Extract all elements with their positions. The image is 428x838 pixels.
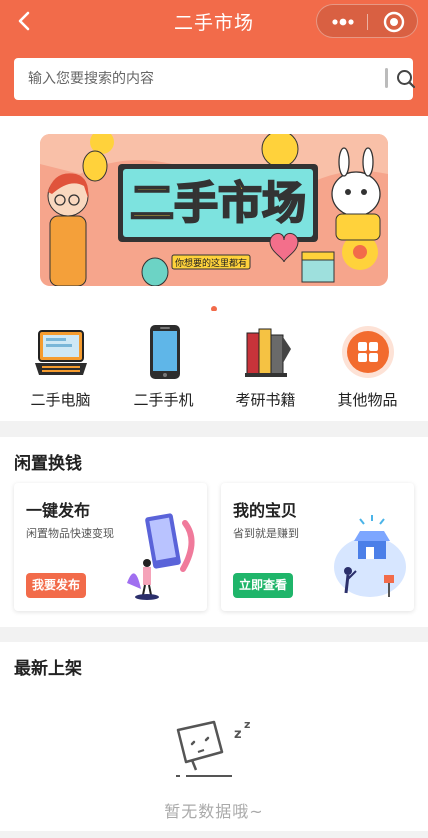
category-grid: 二手电脑 二手手机 考研书籍 其他物品	[0, 311, 428, 421]
close-miniprogram-button[interactable]	[375, 7, 413, 37]
target-close-icon	[383, 11, 405, 33]
banner-tagline: 你想要的这里都有	[175, 257, 247, 269]
header: 二手市场	[0, 0, 428, 116]
search-input[interactable]	[28, 58, 368, 100]
category-label: 二手电脑	[30, 391, 91, 409]
banner-section: 二手市场 你想要的这里都有	[0, 116, 428, 312]
view-now-button[interactable]: 立即查看	[233, 573, 294, 598]
search-box	[14, 58, 416, 100]
idle-section: 闲置换钱 一键发布 闲置物品快速变现 我要发布 我的宝贝 省到就是赚到 立即查看	[0, 437, 428, 627]
category-phone[interactable]: 二手手机	[110, 323, 217, 413]
card-title: 一键发布	[26, 501, 91, 520]
capsule-divider	[367, 14, 368, 30]
empty-box-icon: z z	[176, 718, 250, 777]
category-label: 二手手机	[133, 391, 194, 409]
capsule-menu	[316, 4, 418, 38]
search-button[interactable]	[394, 67, 418, 91]
card-subtitle: 闲置物品快速变现	[26, 527, 114, 540]
category-label: 其他物品	[337, 391, 398, 409]
search-divider	[385, 68, 388, 88]
more-dots-icon	[332, 18, 354, 26]
section-title: 闲置换钱	[14, 454, 82, 474]
card-title: 我的宝贝	[233, 501, 298, 520]
nav-bar: 二手市场	[0, 0, 428, 44]
search-icon	[397, 70, 416, 89]
svg-text:z: z	[234, 727, 242, 742]
category-label: 考研书籍	[235, 391, 296, 409]
category-computer[interactable]: 二手电脑	[7, 323, 114, 413]
grid-apps-icon	[341, 326, 394, 378]
banner-slide[interactable]: 二手市场 你想要的这里都有	[40, 134, 388, 286]
books-icon	[244, 328, 291, 377]
more-button[interactable]	[323, 7, 363, 37]
publish-button[interactable]: 我要发布	[26, 573, 87, 598]
category-other[interactable]: 其他物品	[314, 323, 421, 413]
banner-title: 二手市场	[130, 178, 306, 229]
bottom-divider	[0, 831, 428, 838]
card-subtitle: 省到就是赚到	[233, 527, 299, 540]
my-items-card[interactable]: 我的宝贝 省到就是赚到 立即查看	[221, 483, 414, 611]
banner-image: 二手市场 你想要的这里都有	[40, 134, 388, 286]
latest-section: 最新上架 z z 暂无数据哦~	[0, 642, 428, 838]
svg-text:z: z	[244, 718, 250, 731]
smartphone-icon	[149, 325, 180, 379]
laptop-icon	[34, 330, 87, 375]
publish-card[interactable]: 一键发布 闲置物品快速变现 我要发布	[14, 483, 207, 611]
publish-illustration	[127, 513, 195, 600]
shop-illustration	[334, 515, 406, 597]
section-title: 最新上架	[14, 659, 82, 679]
empty-state-text: 暂无数据哦~	[164, 802, 264, 821]
category-books[interactable]: 考研书籍	[212, 323, 319, 413]
